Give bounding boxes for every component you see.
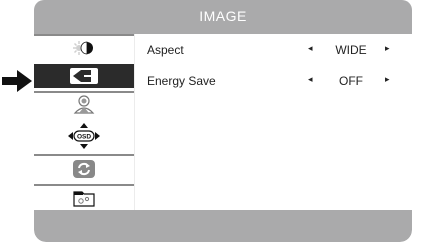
setting-value: WIDE xyxy=(335,43,367,57)
decrease-arrow-icon[interactable]: ◂ xyxy=(308,43,313,54)
separator xyxy=(34,154,134,156)
setting-row-aspect[interactable]: Aspect ◂ WIDE ▸ xyxy=(134,39,412,61)
sidebar-item-setup[interactable] xyxy=(34,187,134,209)
sidebar-item-color[interactable] xyxy=(34,94,134,118)
color-icon xyxy=(73,95,95,114)
osd-menu: IMAGE OSD Aspect ◂ WIDE ▸ Energy Save ◂ … xyxy=(34,0,412,242)
image-icon xyxy=(70,68,98,84)
setup-icon xyxy=(73,191,95,207)
sidebar-item-osd[interactable]: OSD xyxy=(34,122,134,150)
increase-arrow-icon[interactable]: ▸ xyxy=(385,43,390,54)
osd-icon: OSD xyxy=(68,123,100,149)
brightness-contrast-icon xyxy=(73,41,93,55)
separator xyxy=(34,184,134,186)
decrease-arrow-icon[interactable]: ◂ xyxy=(308,74,313,85)
menu-title: IMAGE xyxy=(199,8,247,24)
setting-row-energy-save[interactable]: Energy Save ◂ OFF ▸ xyxy=(134,70,412,92)
setting-label: Energy Save xyxy=(147,74,216,88)
separator xyxy=(34,91,134,93)
settings-panel: Aspect ◂ WIDE ▸ Energy Save ◂ OFF ▸ xyxy=(134,34,412,210)
osd-icon-label: OSD xyxy=(77,134,91,141)
footer-bar xyxy=(34,210,412,242)
separator xyxy=(34,34,134,36)
pointer-arrow-icon xyxy=(2,70,32,92)
sidebar-item-image[interactable] xyxy=(34,64,134,88)
sidebar-item-reset[interactable] xyxy=(34,157,134,181)
setting-label: Aspect xyxy=(147,43,184,57)
increase-arrow-icon[interactable]: ▸ xyxy=(385,74,390,85)
sidebar-item-brightness[interactable] xyxy=(34,37,134,59)
reset-icon xyxy=(73,160,95,178)
setting-value: OFF xyxy=(339,74,363,88)
sidebar: OSD xyxy=(34,34,135,210)
title-bar: IMAGE xyxy=(34,0,412,34)
